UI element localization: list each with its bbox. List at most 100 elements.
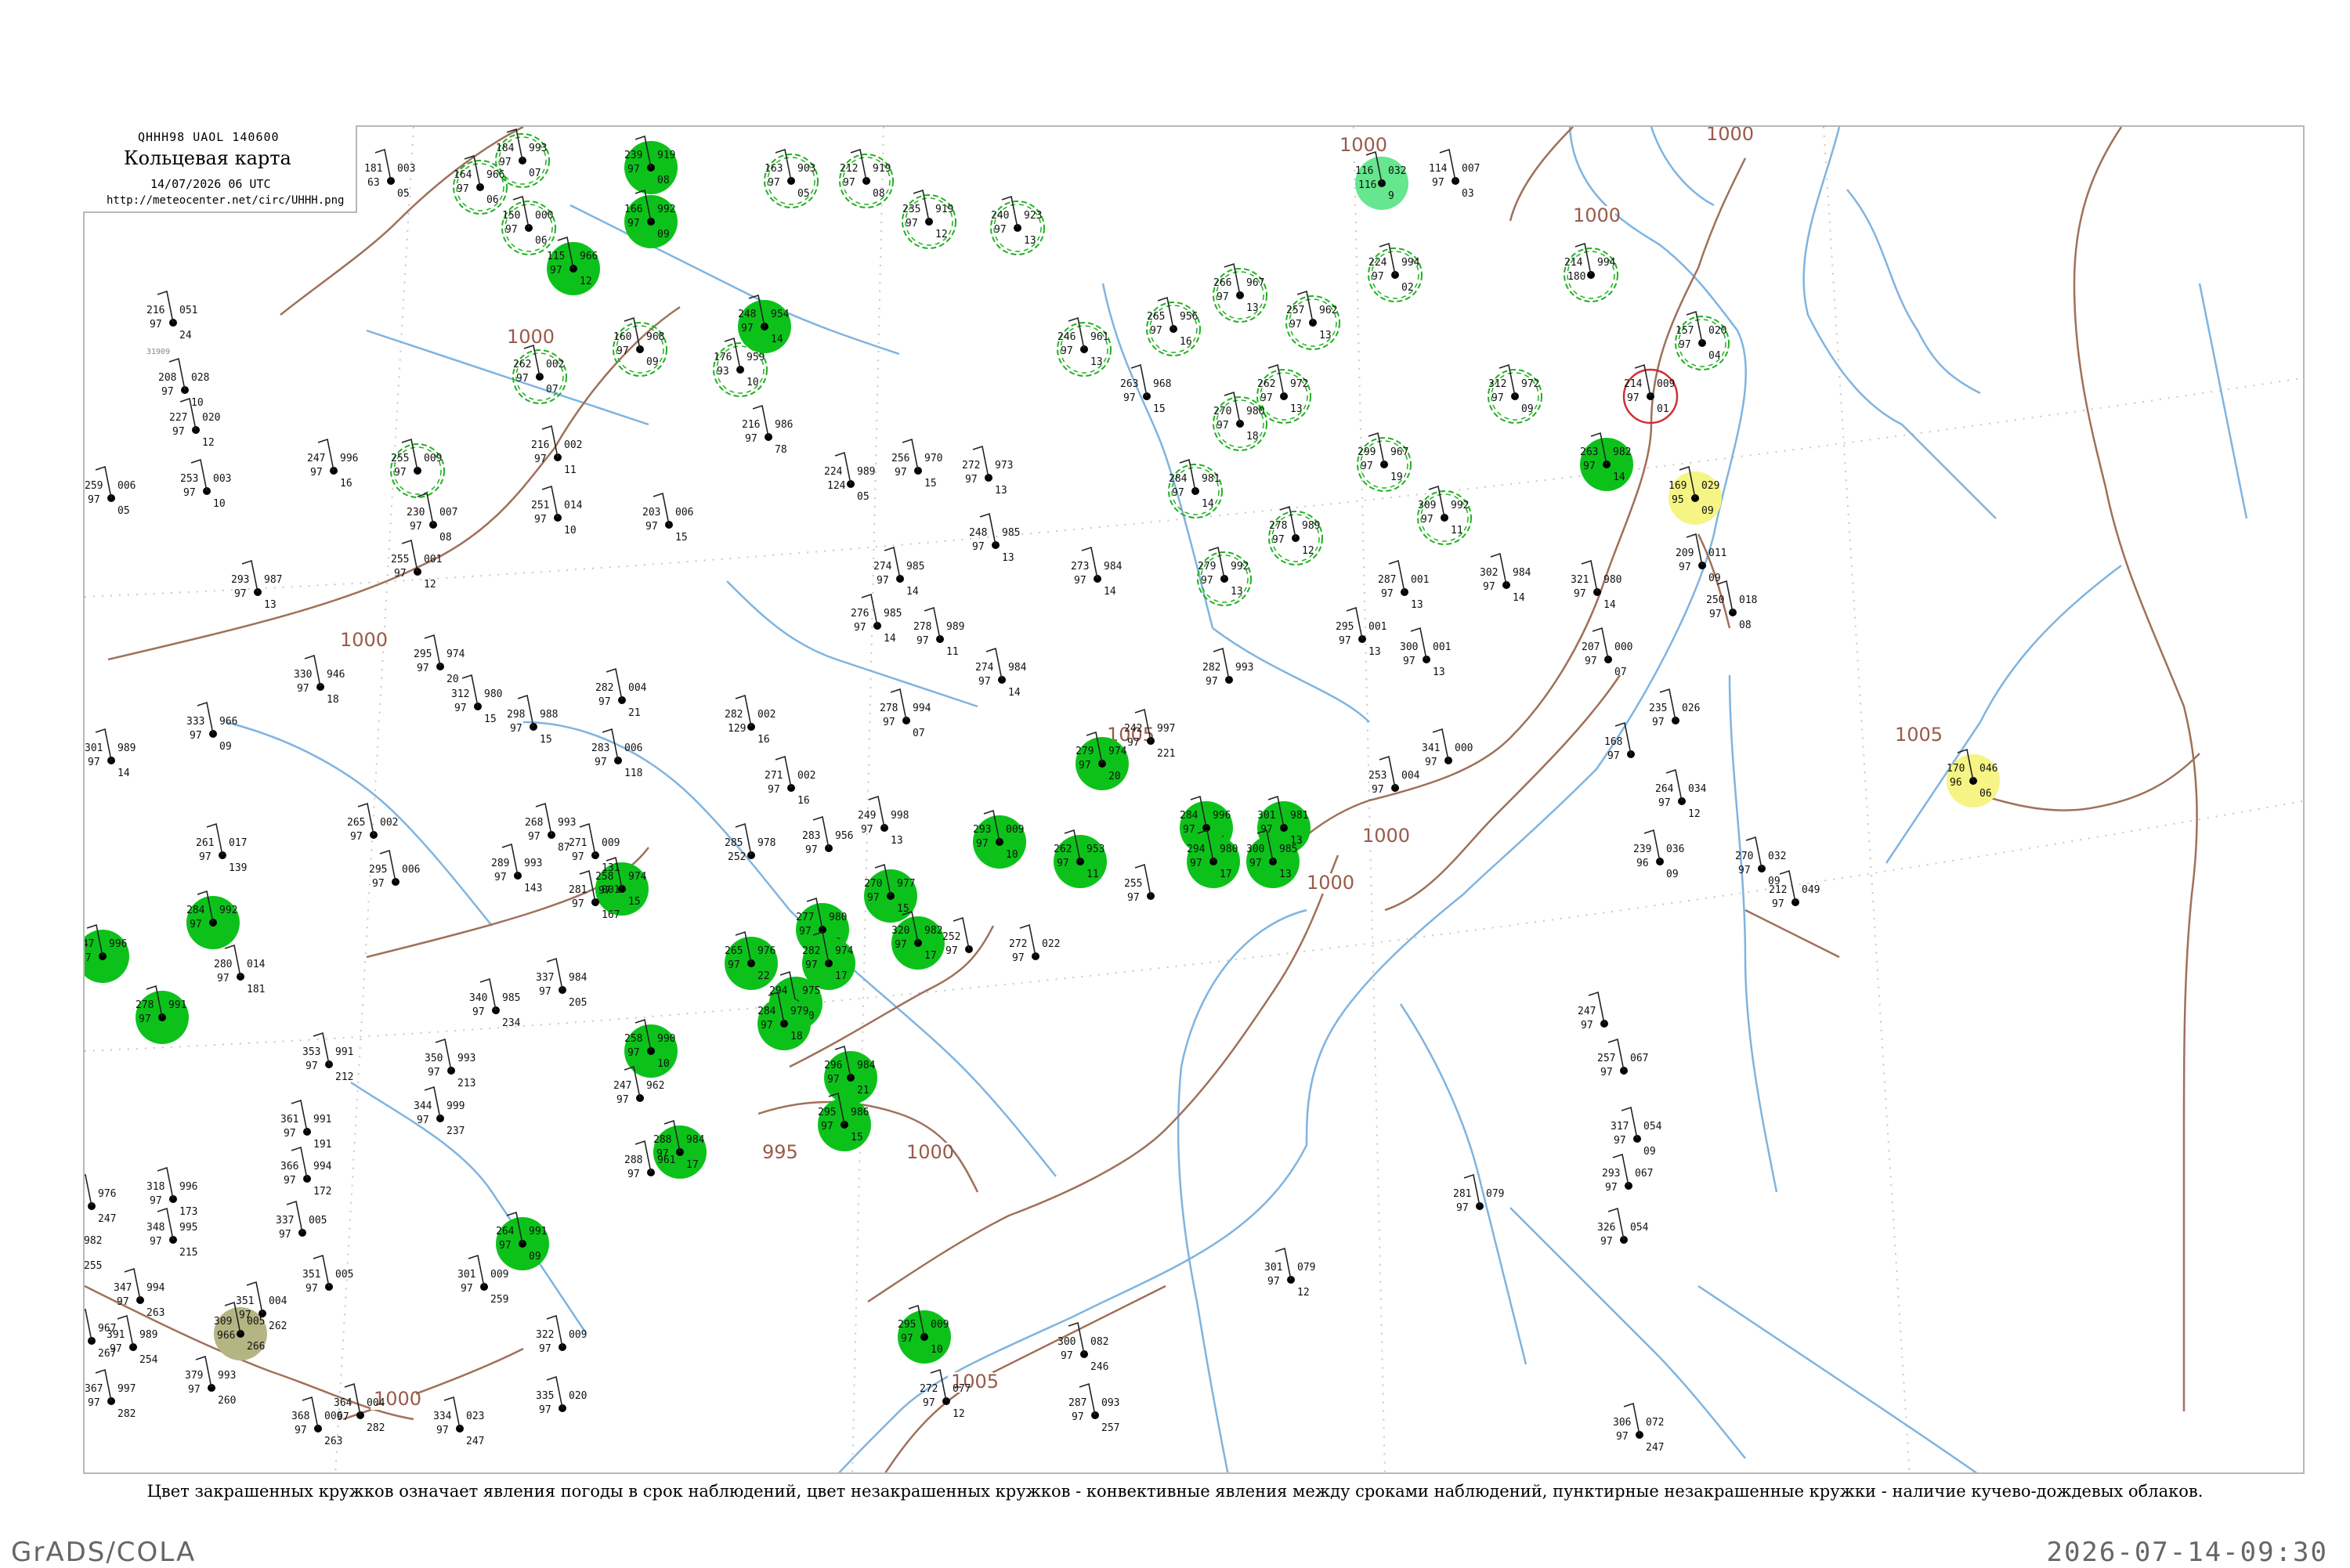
- station-plain[interactable]: 208 028 97 10: [158, 357, 209, 409]
- station-plain[interactable]: 301 989 97 14: [85, 728, 136, 779]
- station-rain[interactable]: 239 919 97 08: [624, 135, 678, 194]
- station-plain[interactable]: 341 000 97: [1422, 728, 1473, 768]
- station-plain[interactable]: 281 079 97: [1453, 1173, 1504, 1214]
- station-plain[interactable]: 283 956 97: [802, 815, 853, 856]
- station-cb[interactable]: 224 994 97 02: [1368, 242, 1423, 302]
- station-cb[interactable]: 266 967 97 13: [1213, 262, 1267, 323]
- station-plain[interactable]: 256 970 97 15: [891, 438, 942, 490]
- station-plain[interactable]: 301 079 97 12: [1264, 1247, 1315, 1299]
- station-mint[interactable]: 116 032 116 9: [1355, 150, 1408, 210]
- station-fog[interactable]: 169 029 95 09: [1668, 465, 1722, 525]
- station-rain[interactable]: 258 990 97 10: [624, 1018, 678, 1078]
- station-cb[interactable]: 235 919 97 12: [902, 189, 956, 249]
- station-plain[interactable]: 298 988 97 15: [507, 694, 558, 746]
- station-plain[interactable]: 326 054 97: [1597, 1207, 1649, 1248]
- station-plain[interactable]: 207 000 97 07: [1582, 627, 1632, 678]
- station-plain[interactable]: 295 001 97 13: [1336, 606, 1386, 658]
- station-plain[interactable]: 239 036 96 09: [1633, 829, 1684, 880]
- station-plain[interactable]: 295 974 97 20: [414, 634, 465, 685]
- station-plain[interactable]: 285 978 252: [725, 822, 776, 863]
- station-thunder[interactable]: 214 009 97 01: [1622, 363, 1679, 425]
- station-fog[interactable]: 170 046 96 06: [1947, 748, 2000, 807]
- station-plain[interactable]: 255 001 97 12: [391, 539, 442, 591]
- station-plain[interactable]: 16897: [1604, 721, 1635, 762]
- station-plain[interactable]: 317 054 97 09: [1611, 1106, 1662, 1158]
- station-plain[interactable]: 337 005 97: [276, 1200, 327, 1241]
- station-plain[interactable]: 289 993 97 143: [491, 843, 542, 894]
- station-plain[interactable]: 282 993 97: [1202, 647, 1253, 688]
- station-plain[interactable]: 340 985 97 234: [469, 977, 521, 1029]
- station-plain[interactable]: 272 973 97 13: [962, 445, 1013, 497]
- station-rain[interactable]: 295 009 97 10: [898, 1304, 951, 1364]
- station-cb[interactable]: 284 981 97 14: [1168, 458, 1223, 518]
- station-plain[interactable]: 251 014 97 10: [531, 485, 583, 537]
- station-cb[interactable]: 163 903 97 05: [764, 148, 819, 208]
- station-cb[interactable]: 150 000 97 06: [501, 195, 556, 255]
- station-plain[interactable]: 247 996 97 16: [307, 438, 358, 490]
- station-plain[interactable]: 257 067 97: [1597, 1038, 1648, 1078]
- station-rain[interactable]: 284 992 97: [186, 890, 240, 949]
- station-cb[interactable]: 299 967 97 19: [1357, 432, 1412, 492]
- station-plain[interactable]: 282 004 97 21: [595, 667, 647, 719]
- station-plain[interactable]: 114 007 97 03: [1429, 148, 1480, 200]
- station-cb[interactable]: 160 968 97 09: [613, 316, 667, 377]
- station-plain[interactable]: 330 946 97 18: [294, 654, 345, 706]
- station-plain[interactable]: 287 001 97 13: [1378, 559, 1429, 611]
- station-rain[interactable]: 288 9849717: [653, 1119, 707, 1179]
- station-plain[interactable]: 287 093 97 257: [1068, 1382, 1119, 1434]
- station-plain[interactable]: 264 034 97 12: [1655, 768, 1707, 820]
- station-rain[interactable]: 293 009 97 10: [973, 809, 1026, 869]
- station-plain[interactable]: 333 966 97 09: [186, 701, 237, 753]
- station-cb[interactable]: 279 992 97 13: [1197, 546, 1252, 606]
- station-plain[interactable]: 278 989 97 11: [913, 606, 964, 658]
- station-plain[interactable]: 312 980 97 15: [451, 674, 502, 725]
- station-rain[interactable]: 248 954 97 14: [738, 294, 791, 353]
- station-cb[interactable]: 262 002 97 07: [512, 344, 567, 404]
- station-plain[interactable]: 224 989 124 05: [824, 451, 875, 503]
- station-plain[interactable]: 337 984 97 205: [536, 957, 588, 1009]
- station-plain[interactable]: 25297: [942, 916, 973, 957]
- station-plain[interactable]: 361 991 97 191: [280, 1099, 331, 1151]
- station-cb[interactable]: 240 923 97 13: [990, 195, 1045, 255]
- station-plain[interactable]: 261 017 97 139: [196, 822, 247, 874]
- station-plain[interactable]: 318 996 97 173: [146, 1166, 197, 1218]
- station-plain[interactable]: 272 022 97: [1009, 923, 1060, 964]
- station-plain[interactable]: 300 082 97 246: [1058, 1321, 1108, 1373]
- station-cb[interactable]: 312 972 97 09: [1488, 363, 1542, 424]
- station-plain[interactable]: 274 984 97 14: [975, 647, 1027, 699]
- station-plain[interactable]: 276 985 97 14: [851, 593, 902, 645]
- station-plain[interactable]: 353 991 97 212: [302, 1031, 353, 1083]
- station-plain[interactable]: 25597: [1124, 863, 1155, 904]
- station-plain[interactable]: 250 018 97 08: [1706, 580, 1757, 631]
- station-plain[interactable]: 306 072 97 247: [1613, 1402, 1664, 1454]
- map-canvas[interactable]: 1000100010001000100099510051000100010051…: [85, 127, 2305, 1474]
- station-rain[interactable]: 270 9779715: [864, 863, 917, 923]
- station-plain[interactable]: 230 007 97 08: [407, 492, 457, 544]
- station-rain[interactable]: 265 976 97 22: [725, 930, 778, 990]
- station-plain[interactable]: 350 993 97 213: [425, 1038, 475, 1089]
- station-plain[interactable]: 259 006 97 05: [85, 465, 136, 517]
- station-plain[interactable]: 271 002 97 16: [765, 755, 815, 807]
- station-rain[interactable]: 247 996 97: [85, 923, 129, 983]
- station-plain[interactable]: 367 997 97 282: [85, 1368, 136, 1420]
- station-plain[interactable]: 203 006 97 15: [642, 492, 693, 544]
- station-plain[interactable]: 334 023 97 247: [433, 1396, 484, 1447]
- station-cb[interactable]: 255 009 97: [390, 438, 445, 498]
- station-rain[interactable]: 263 982 97 14: [1580, 432, 1633, 491]
- station-cb[interactable]: 265 956 97 16: [1146, 296, 1201, 356]
- station-cb[interactable]: 214 994 180: [1564, 242, 1618, 302]
- station-plain[interactable]: 216 051 97 24 31909: [146, 290, 197, 356]
- station-plain[interactable]: 301 009 97 259: [457, 1254, 508, 1306]
- station-plain[interactable]: 366 994 97 172: [280, 1146, 332, 1198]
- station-plain[interactable]: 253 004 97: [1368, 755, 1420, 796]
- station-rain[interactable]: 115 966 97 12: [547, 236, 600, 295]
- station-plain[interactable]: 274 985 97 14: [873, 546, 924, 598]
- station-plain[interactable]: 280 014 97 181: [214, 944, 266, 995]
- station-plain[interactable]: 24797: [1578, 991, 1608, 1031]
- station-cb[interactable]: 278 989 97 12: [1268, 505, 1323, 565]
- station-plain[interactable]: 347 994 97 263: [114, 1267, 165, 1319]
- station-plain[interactable]: 35598297255: [85, 1222, 102, 1272]
- station-plain[interactable]: 34897697247: [85, 1173, 116, 1225]
- station-cb[interactable]: 212 919 97 08: [839, 148, 894, 208]
- station-plain[interactable]: 295 006 97: [369, 849, 420, 890]
